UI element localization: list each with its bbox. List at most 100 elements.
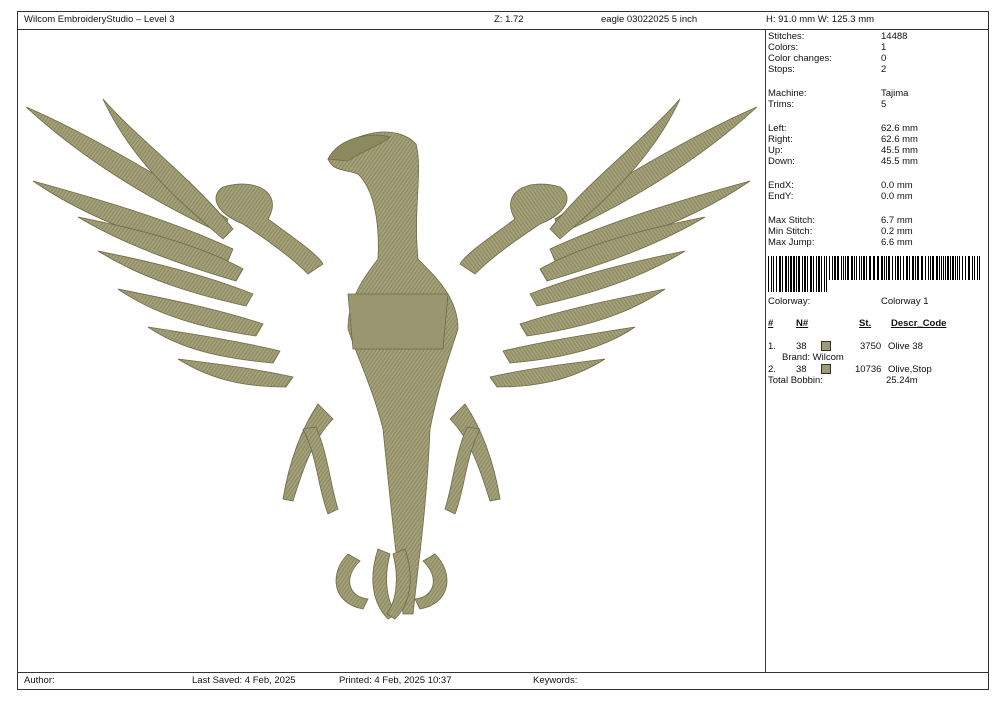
barcode-bar — [900, 256, 901, 280]
barcode-bar — [912, 256, 914, 280]
barcode-bar — [834, 256, 836, 280]
col-header-st: St. — [859, 318, 872, 329]
barcode-bar — [847, 256, 849, 280]
barcode-bar — [947, 256, 949, 280]
barcode-bar — [959, 256, 960, 280]
barcode-bar — [856, 256, 857, 280]
barcode-bar — [917, 256, 919, 280]
barcode-bar — [895, 256, 896, 280]
max-jump-value: 6.6 mm — [881, 237, 913, 248]
barcode-bar — [979, 256, 980, 280]
barcode-bar — [854, 256, 855, 280]
eagle-body — [282, 131, 501, 620]
barcode-bar — [962, 256, 963, 280]
barcode-bar — [790, 256, 792, 292]
barcode-bar — [955, 256, 956, 280]
col-header-n: N# — [796, 318, 809, 329]
barcode-bar — [886, 256, 887, 280]
thread-row-2-descr: Olive,Stop — [888, 364, 932, 375]
thread-swatch-2 — [821, 364, 831, 374]
barcode-bar — [881, 256, 883, 280]
barcode-bar — [888, 256, 890, 280]
barcode-bar — [776, 256, 777, 292]
stops-label: Stops: — [768, 64, 795, 75]
printed-date: Printed: 4 Feb, 2025 10:37 — [339, 675, 452, 686]
barcode — [768, 256, 980, 292]
barcode-bar — [930, 256, 931, 280]
barcode-bar — [782, 256, 783, 292]
barcode-bar — [869, 256, 871, 280]
print-sheet: Wilcom EmbroideryStudio – Level 3 Z: 1.7… — [17, 11, 989, 690]
panel-divider — [765, 29, 766, 673]
barcode-bar — [943, 256, 944, 280]
barcode-bar — [785, 256, 787, 292]
left-wing — [25, 98, 324, 388]
col-header-descr: Descr_Code — [891, 318, 947, 329]
total-bobbin-label: Total Bobbin: — [768, 375, 823, 386]
barcode-bar — [796, 256, 797, 292]
barcode-bar — [771, 256, 772, 292]
colorway-value: Colorway 1 — [881, 296, 929, 307]
barcode-bar — [813, 256, 814, 292]
right-wing — [459, 98, 758, 388]
barcode-bar — [793, 256, 795, 292]
barcode-bar — [829, 256, 830, 280]
barcode-bar — [915, 256, 916, 280]
barcode-bar — [945, 256, 946, 280]
barcode-bar — [884, 256, 885, 280]
barcode-bar — [807, 256, 808, 292]
barcode-bar — [903, 256, 904, 280]
endy-label: EndY: — [768, 191, 794, 202]
barcode-bar — [859, 256, 860, 280]
eagle-embroidery-design — [25, 98, 758, 620]
barcode-bar — [968, 256, 970, 280]
barcode-bar — [818, 256, 820, 292]
barcode-bar — [941, 256, 942, 280]
author-label: Author: — [24, 675, 55, 686]
app-title: Wilcom EmbroideryStudio – Level 3 — [24, 14, 175, 25]
thread-row-2-n: 38 — [796, 364, 807, 375]
barcode-bar — [851, 256, 853, 280]
design-name: eagle 03022025 5 inch — [601, 14, 698, 25]
down-value: 45.5 mm — [881, 156, 918, 167]
barcode-bar — [837, 256, 839, 280]
keywords-label: Keywords: — [533, 675, 578, 686]
endy-value: 0.0 mm — [881, 191, 913, 202]
barcode-bar — [892, 256, 893, 280]
thread-row-2-st: 10736 — [855, 364, 882, 375]
colorway-label: Colorway: — [768, 296, 811, 307]
barcode-bar — [861, 256, 862, 280]
barcode-bar — [832, 256, 833, 280]
barcode-bar — [974, 256, 975, 280]
barcode-bar — [841, 256, 842, 280]
barcode-bar — [925, 256, 926, 280]
barcode-bar — [821, 256, 822, 292]
barcode-bar — [804, 256, 806, 292]
thread-swatch-1 — [821, 341, 831, 351]
barcode-bar — [779, 256, 781, 292]
header-bar: Wilcom EmbroideryStudio – Level 3 Z: 1.7… — [18, 12, 988, 30]
barcode-bar — [957, 256, 958, 280]
barcode-bar — [972, 256, 973, 280]
thread-brand: Brand: Wilcom — [782, 352, 844, 363]
barcode-bar — [936, 256, 938, 280]
barcode-bar — [977, 256, 978, 280]
barcode-bar — [802, 256, 803, 292]
barcode-bar — [773, 256, 774, 292]
barcode-bar — [810, 256, 812, 292]
design-dimensions: H: 91.0 mm W: 125.3 mm — [766, 14, 875, 25]
barcode-bar — [906, 256, 908, 280]
barcode-bar — [952, 256, 954, 280]
barcode-bar — [877, 256, 879, 280]
barcode-bar — [826, 256, 827, 292]
barcode-bar — [939, 256, 940, 280]
trims-label: Trims: — [768, 99, 795, 110]
total-bobbin-value: 25.24m — [886, 375, 918, 386]
barcode-bar — [768, 256, 769, 292]
barcode-bar — [824, 256, 825, 292]
barcode-bar — [950, 256, 951, 280]
thread-row-1-num: 1. — [768, 341, 776, 352]
zoom-level: Z: 1.72 — [494, 14, 524, 25]
barcode-bar — [921, 256, 923, 280]
barcode-bar — [843, 256, 844, 280]
